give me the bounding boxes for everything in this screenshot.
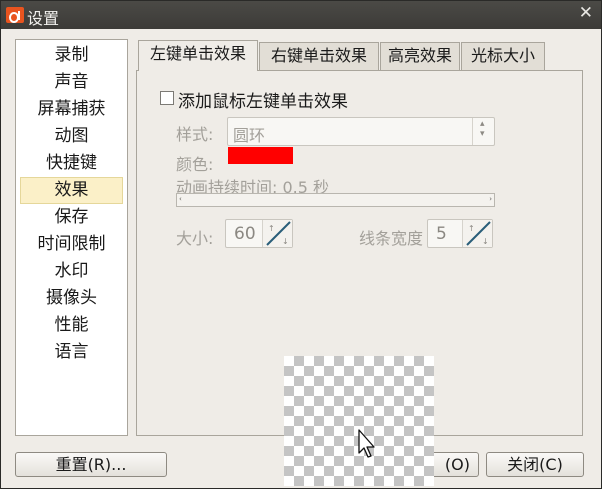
close-icon[interactable]: ✕ bbox=[579, 3, 593, 23]
spin-arrows-icon: ↑ ↓ bbox=[266, 221, 291, 246]
size-label: 大小: bbox=[176, 229, 214, 248]
size-spinbox[interactable]: 60 ↑ ↓ bbox=[225, 219, 293, 248]
sidebar-item-hotkeys[interactable]: 快捷键 bbox=[20, 150, 123, 177]
sidebar-item-record[interactable]: 录制 bbox=[20, 42, 123, 69]
app-logo-icon bbox=[6, 7, 24, 23]
reset-button[interactable]: 重置(R)... bbox=[15, 452, 167, 477]
svg-text:↑: ↑ bbox=[268, 224, 275, 233]
title-bar[interactable]: 设置 ✕ bbox=[1, 1, 601, 29]
style-select[interactable]: 圆环 bbox=[227, 117, 495, 146]
line-width-value: 5 bbox=[436, 224, 447, 244]
sidebar-item-language[interactable]: 语言 bbox=[20, 339, 123, 366]
svg-text:↓: ↓ bbox=[482, 237, 489, 246]
duration-slider[interactable]: ‹ › bbox=[176, 193, 495, 207]
line-width-stepper[interactable]: ↑ ↓ bbox=[462, 220, 492, 247]
settings-window: 设置 ✕ 录制 声音 屏幕捕获 动图 快捷键 效果 保存 时间限制 水印 摄像头… bbox=[0, 0, 602, 489]
enable-left-click-effect-label[interactable]: 添加鼠标左键单击效果 bbox=[178, 87, 348, 112]
close-button[interactable]: 关闭(C) bbox=[486, 452, 584, 477]
updown-arrows-icon bbox=[472, 118, 494, 145]
effect-preview-area bbox=[284, 356, 434, 486]
style-label: 样式: bbox=[176, 125, 214, 144]
spin-arrows-icon: ↑ ↓ bbox=[466, 221, 491, 246]
sidebar-item-screen-capture[interactable]: 屏幕捕获 bbox=[20, 96, 123, 123]
sidebar-item-audio[interactable]: 声音 bbox=[20, 69, 123, 96]
tab-cursor-size[interactable]: 光标大小 bbox=[461, 42, 545, 70]
sidebar-item-watermark[interactable]: 水印 bbox=[20, 258, 123, 285]
tab-right-click-effect[interactable]: 右键单击效果 bbox=[259, 42, 379, 70]
tab-highlight-effect[interactable]: 高亮效果 bbox=[380, 42, 460, 70]
settings-category-list: 录制 声音 屏幕捕获 动图 快捷键 效果 保存 时间限制 水印 摄像头 性能 语… bbox=[15, 39, 128, 436]
sidebar-item-webcam[interactable]: 摄像头 bbox=[20, 285, 123, 312]
size-stepper[interactable]: ↑ ↓ bbox=[262, 220, 292, 247]
size-value: 60 bbox=[234, 224, 256, 244]
enable-left-click-effect-checkbox[interactable] bbox=[160, 91, 174, 105]
window-title: 设置 bbox=[27, 9, 60, 28]
svg-text:↑: ↑ bbox=[468, 224, 475, 233]
slider-right-arrow-icon[interactable]: › bbox=[489, 195, 492, 203]
line-width-label: 线条宽度 bbox=[359, 229, 424, 248]
line-width-spinbox[interactable]: 5 ↑ ↓ bbox=[427, 219, 493, 248]
svg-text:↓: ↓ bbox=[282, 237, 289, 246]
slider-left-arrow-icon[interactable]: ‹ bbox=[179, 195, 182, 203]
sidebar-item-effects[interactable]: 效果 bbox=[20, 177, 123, 204]
style-select-value: 圆环 bbox=[233, 126, 266, 145]
sidebar-item-time-limit[interactable]: 时间限制 bbox=[20, 231, 123, 258]
sidebar-item-save[interactable]: 保存 bbox=[20, 204, 123, 231]
color-label: 颜色: bbox=[176, 155, 214, 174]
tab-left-click-effect[interactable]: 左键单击效果 bbox=[138, 40, 258, 71]
mouse-pointer-icon bbox=[358, 429, 375, 458]
sidebar-item-performance[interactable]: 性能 bbox=[20, 312, 123, 339]
color-swatch[interactable] bbox=[228, 147, 293, 164]
sidebar-item-gif[interactable]: 动图 bbox=[20, 123, 123, 150]
